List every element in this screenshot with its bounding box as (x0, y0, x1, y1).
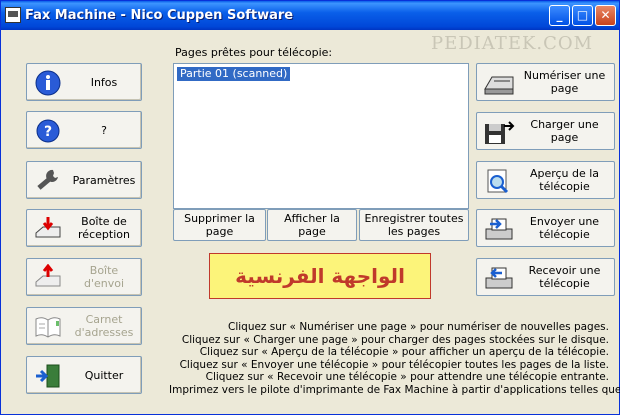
maximize-button[interactable]: □ (572, 5, 593, 26)
svg-text:?: ? (44, 124, 52, 140)
settings-button[interactable]: Paramètres (26, 161, 142, 199)
fax-app-icon (5, 7, 21, 23)
help-line: Cliquez sur « Aperçu de la télécopie » p… (199, 346, 609, 358)
watermark-text: PEDIATEK.COM (431, 33, 594, 54)
preview-magnifier-icon (487, 169, 509, 194)
exit-door-icon (36, 364, 60, 388)
fax-receive-icon (485, 267, 513, 289)
outbox-button[interactable]: Boîte d'envoi (26, 258, 142, 296)
wrench-icon (37, 169, 58, 190)
address-book-label: Carnet d'adresses (74, 313, 134, 339)
help-line: Cliquez sur « Recevoir une télécopie » p… (205, 371, 609, 383)
fax-machine-window: Fax Machine - Nico Cuppen Software _ □ ✕… (0, 0, 620, 415)
help-button[interactable]: ? ? (26, 111, 142, 149)
infos-button[interactable]: Infos (26, 63, 142, 101)
show-page-button[interactable]: Afficher la page (267, 209, 357, 241)
floppy-load-icon (485, 121, 515, 144)
settings-label: Paramètres (72, 173, 136, 187)
help-line: Cliquez sur « Envoyer une télécopie » po… (179, 358, 609, 371)
save-all-pages-button[interactable]: Enregistrer toutes les pages (359, 209, 469, 241)
quit-button[interactable]: Quitter (26, 356, 142, 394)
scan-page-label: Numériser une page (523, 69, 606, 95)
outbox-tray-icon (35, 264, 61, 287)
address-book-icon (35, 317, 61, 338)
load-page-label: Charger une page (530, 118, 599, 144)
instructions-text: Cliquez sur « Numériser une page » pour … (169, 321, 620, 396)
send-fax-label: Envoyer une télécopie (529, 215, 600, 241)
receive-fax-button[interactable]: Recevoir une télécopie (476, 258, 615, 296)
list-item[interactable]: Partie 01 (scanned) (177, 67, 291, 81)
address-book-button[interactable]: Carnet d'adresses (26, 307, 142, 345)
outbox-label: Boîte d'envoi (83, 264, 125, 290)
arabic-caption: الواجهة الفرنسية (209, 253, 431, 299)
quit-label: Quitter (84, 368, 124, 382)
help-line: Cliquez sur « Numériser une page » pour … (227, 321, 609, 333)
pages-list-label: Pages prêtes pour télécopie: (175, 46, 333, 59)
send-fax-button[interactable]: Envoyer une télécopie (476, 209, 615, 247)
help-line: Cliquez sur « Charger une page » pour ch… (181, 333, 609, 346)
scanner-icon (484, 76, 514, 95)
title-bar[interactable]: Fax Machine - Nico Cuppen Software _ □ ✕ (1, 1, 619, 30)
minimize-button[interactable]: _ (549, 5, 570, 26)
inbox-tray-icon (35, 217, 61, 238)
pages-listbox[interactable]: Partie 01 (scanned) (173, 63, 469, 209)
help-label: ? (101, 123, 107, 137)
help-icon: ? (36, 119, 60, 143)
fax-preview-label: Aperçu de la télécopie (529, 167, 600, 193)
inbox-button[interactable]: Boîte de réception (26, 209, 142, 247)
delete-page-button[interactable]: Supprimer la page (173, 209, 266, 241)
help-line: Imprimez vers le pilote d'imprimante de … (169, 383, 620, 396)
scan-page-button[interactable]: Numériser une page (476, 63, 615, 101)
load-page-button[interactable]: Charger une page (476, 112, 615, 150)
infos-label: Infos (90, 75, 118, 89)
close-button[interactable]: ✕ (595, 5, 616, 26)
window-title: Fax Machine - Nico Cuppen Software (25, 8, 294, 23)
fax-preview-button[interactable]: Aperçu de la télécopie (476, 161, 615, 199)
info-icon (35, 70, 61, 96)
receive-fax-label: Recevoir une télécopie (528, 264, 601, 290)
inbox-label: Boîte de réception (78, 215, 130, 241)
fax-send-icon (485, 218, 513, 240)
